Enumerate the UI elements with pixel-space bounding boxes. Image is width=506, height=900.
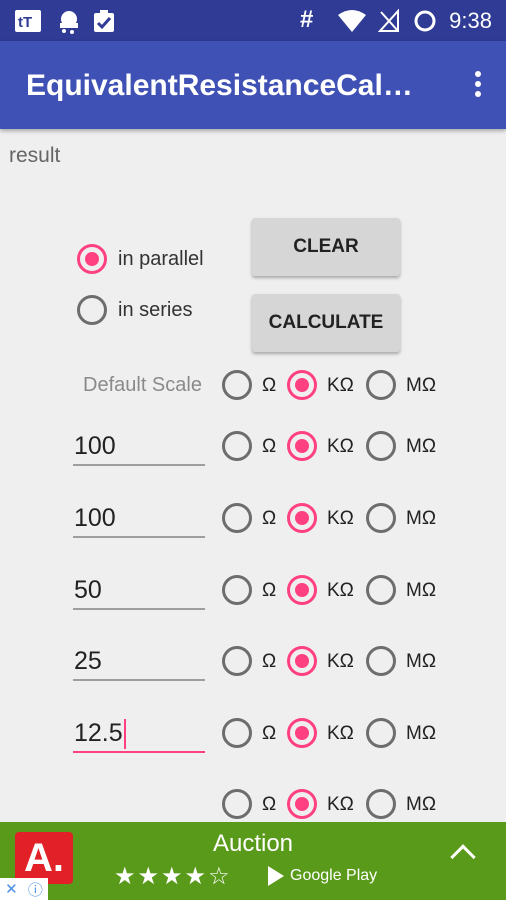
sync-circle-icon <box>414 10 436 32</box>
row-2-unit-radio-1[interactable] <box>287 503 317 533</box>
radio-in-series-label[interactable]: in series <box>118 299 192 322</box>
row-2-unit-radio-0[interactable] <box>222 503 252 533</box>
row-6-unit-label-1[interactable]: KΩ <box>327 794 354 816</box>
row-5-unit-radio-0[interactable] <box>222 718 252 748</box>
radio-in-parallel[interactable] <box>77 244 107 274</box>
row-3-unit-label-2[interactable]: MΩ <box>406 580 436 602</box>
row-6-unit-radio-0[interactable] <box>222 789 252 819</box>
google-play-label: Google Play <box>290 867 378 885</box>
app-screen: tT # 9:38 EquivalentResistanceCalculator… <box>0 0 506 900</box>
default-scale-unit-radio-2[interactable] <box>366 370 396 400</box>
text-cursor <box>123 719 126 750</box>
row-2-unit-radio-2[interactable] <box>366 503 396 533</box>
clock: 9:38 <box>449 8 492 33</box>
row-5-unit-label-2[interactable]: MΩ <box>406 723 436 745</box>
row-3-unit-label-1[interactable]: KΩ <box>327 580 354 602</box>
resistance-value: 100 <box>74 504 116 532</box>
resistance-input-4[interactable]: 25 <box>73 641 205 681</box>
clear-button[interactable]: CLEAR <box>252 218 400 276</box>
row-3-unit-radio-0[interactable] <box>222 575 252 605</box>
wifi-icon <box>338 10 366 32</box>
row-3-unit-radio-1[interactable] <box>287 575 317 605</box>
ad-rating-stars: ★★★★☆ <box>114 863 232 890</box>
row-4-unit-radio-2[interactable] <box>366 646 396 676</box>
row-5-unit-radio-2[interactable] <box>366 718 396 748</box>
ad-choices[interactable]: ✕ ⓘ <box>0 878 48 900</box>
row-1-unit-radio-1[interactable] <box>287 431 317 461</box>
resistance-value: 50 <box>74 576 102 604</box>
row-1-unit-label-2[interactable]: MΩ <box>406 436 436 458</box>
row-6-unit-radio-2[interactable] <box>366 789 396 819</box>
default-scale-unit-radio-0[interactable] <box>222 370 252 400</box>
resistance-value: 25 <box>74 647 102 675</box>
google-play-badge[interactable]: Google Play <box>268 866 377 886</box>
default-scale-unit-label-1[interactable]: KΩ <box>327 375 354 397</box>
default-scale-unit-radio-1[interactable] <box>287 370 317 400</box>
ad-close-icon[interactable]: ✕ <box>5 880 18 898</box>
default-scale-unit-label-2[interactable]: MΩ <box>406 375 436 397</box>
row-6-unit-radio-1[interactable] <box>287 789 317 819</box>
row-5-unit-label-1[interactable]: KΩ <box>327 723 354 745</box>
row-1-unit-radio-0[interactable] <box>222 431 252 461</box>
row-1-unit-radio-2[interactable] <box>366 431 396 461</box>
google-play-icon <box>268 866 284 886</box>
calculate-button[interactable]: CALCULATE <box>252 294 400 352</box>
radio-in-series[interactable] <box>77 295 107 325</box>
signal-off-icon <box>378 9 399 32</box>
row-4-unit-radio-0[interactable] <box>222 646 252 676</box>
hash-icon: # <box>300 6 314 33</box>
ad-info-icon[interactable]: ⓘ <box>28 879 43 900</box>
row-1-unit-label-0[interactable]: Ω <box>262 436 276 458</box>
row-2-unit-label-2[interactable]: MΩ <box>406 508 436 530</box>
radio-in-parallel-label[interactable]: in parallel <box>118 248 204 271</box>
row-5-unit-radio-1[interactable] <box>287 718 317 748</box>
row-3-unit-radio-2[interactable] <box>366 575 396 605</box>
row-3-unit-label-0[interactable]: Ω <box>262 580 276 602</box>
row-4-unit-label-2[interactable]: MΩ <box>406 651 436 673</box>
status-bar: tT # 9:38 <box>0 0 506 41</box>
row-4-unit-label-0[interactable]: Ω <box>262 651 276 673</box>
row-5-unit-label-0[interactable]: Ω <box>262 723 276 745</box>
notification-app-icon: tT <box>15 10 41 32</box>
row-4-unit-radio-1[interactable] <box>287 646 317 676</box>
resistance-value: 100 <box>74 432 116 460</box>
svg-text:tT: tT <box>18 14 32 31</box>
resistance-input-2[interactable]: 100 <box>73 498 205 538</box>
row-1-unit-label-1[interactable]: KΩ <box>327 436 354 458</box>
row-6-unit-label-0[interactable]: Ω <box>262 794 276 816</box>
default-scale-unit-label-0[interactable]: Ω <box>262 375 276 397</box>
ad-title[interactable]: Auction <box>0 830 506 858</box>
ad-banner[interactable]: A. Auction ★★★★☆ Google Play ✕ ⓘ <box>0 822 506 900</box>
row-4-unit-label-1[interactable]: KΩ <box>327 651 354 673</box>
resistance-input-1[interactable]: 100 <box>73 426 205 466</box>
default-scale-label: Default Scale <box>83 374 202 396</box>
row-2-unit-label-1[interactable]: KΩ <box>327 508 354 530</box>
resistance-value: 12.5 <box>74 719 123 747</box>
row-6-unit-label-2[interactable]: MΩ <box>406 794 436 816</box>
result-text: result <box>9 144 61 167</box>
more-vert-icon[interactable] <box>472 71 484 101</box>
resistance-input-3[interactable]: 50 <box>73 570 205 610</box>
weather-icon <box>60 11 78 34</box>
app-bar: EquivalentResistanceCalculator <box>0 41 506 129</box>
resistance-input-5[interactable]: 12.5 <box>73 713 205 753</box>
row-2-unit-label-0[interactable]: Ω <box>262 508 276 530</box>
clipboard-icon <box>94 10 114 32</box>
app-title: EquivalentResistanceCalculator <box>26 69 426 102</box>
